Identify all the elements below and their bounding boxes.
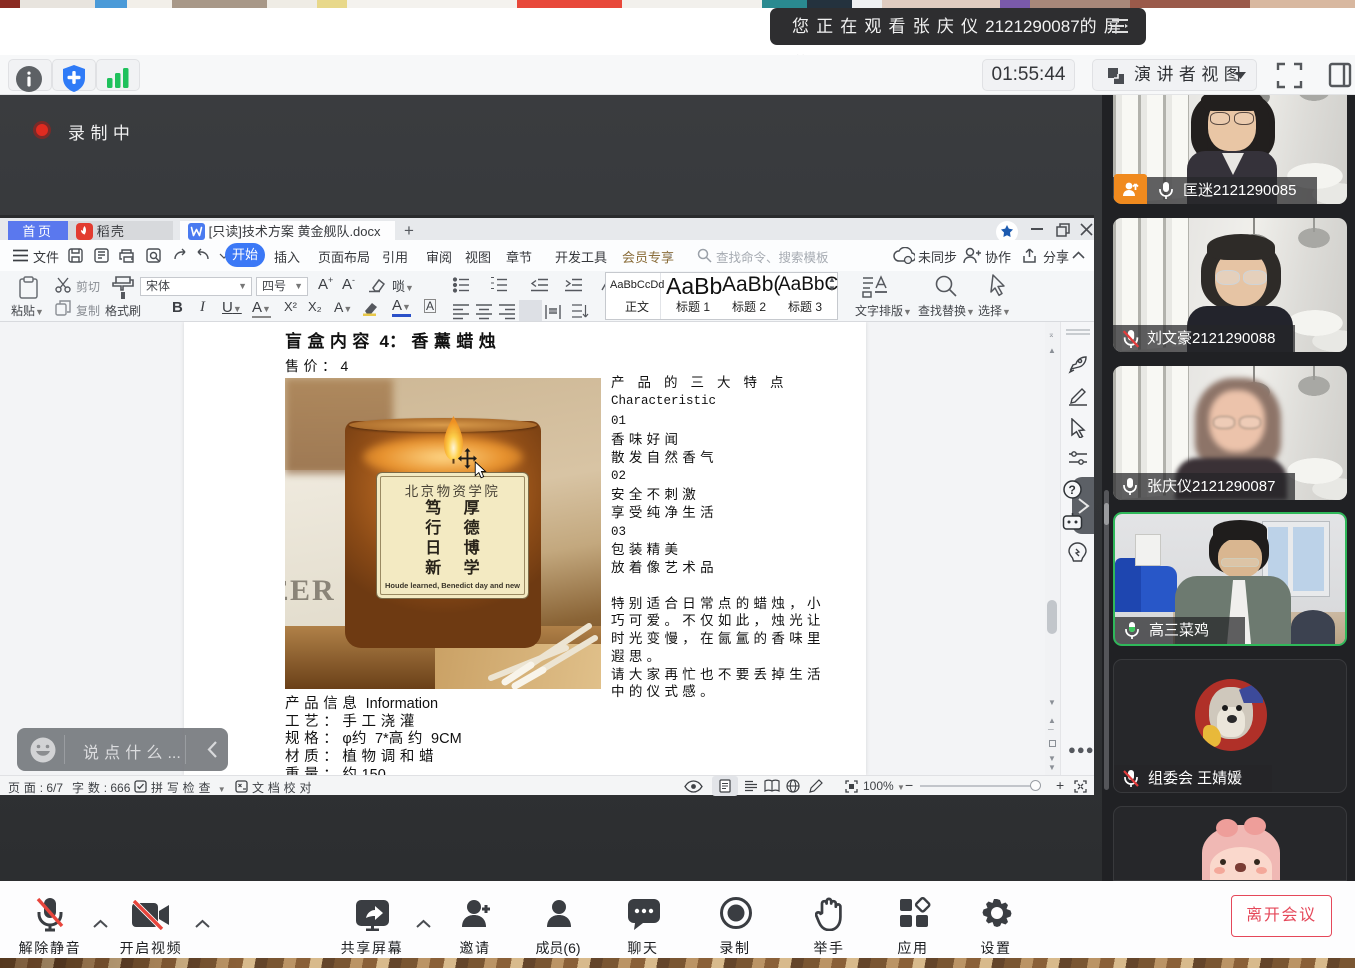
svg-text:?: ? — [1069, 483, 1076, 497]
